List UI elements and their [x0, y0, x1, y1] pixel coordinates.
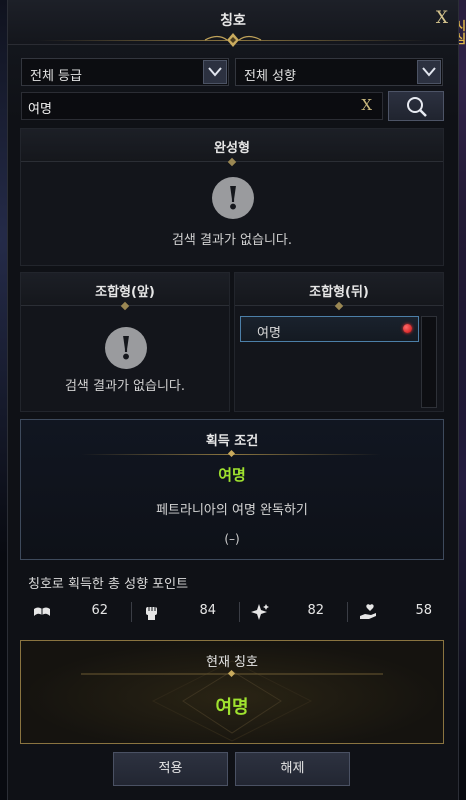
new-indicator-icon	[403, 324, 412, 333]
acquire-title-name: 여명	[218, 466, 246, 484]
stat-value: 84	[199, 603, 216, 618]
panel-header: 조합형(앞)	[21, 273, 229, 311]
acquire-condition-panel: 획득 조건 여명 페트라니아의 여명 완독하기 (–)	[20, 419, 444, 560]
remove-button[interactable]: 해제	[235, 752, 350, 786]
complete-title-panel: 완성형 ! 검색 결과가 없습니다.	[20, 128, 444, 266]
list-item-label: 여명	[257, 326, 281, 341]
tendency-dropdown-value: 전체 성향	[244, 69, 296, 84]
stat-heart-hand: 58	[352, 602, 452, 622]
grade-dropdown[interactable]: 전체 등급	[21, 58, 229, 86]
stat-separator	[131, 602, 132, 622]
divider-diamond-icon	[227, 449, 236, 458]
stat-fist: 84	[136, 602, 236, 622]
apply-button[interactable]: 적용	[113, 752, 228, 786]
title-window: 칭호 X 전체 등급 전체 성향 X 완성형	[7, 0, 459, 800]
heart-hand-icon	[360, 604, 376, 619]
window-title: 칭호	[220, 13, 246, 29]
close-button[interactable]: X	[436, 8, 448, 28]
stat-value: 62	[91, 603, 108, 618]
combo-back-heading: 조합형(뒤)	[309, 285, 369, 300]
search-icon	[407, 97, 427, 117]
search-input[interactable]	[22, 93, 350, 121]
current-title-name: 여명	[215, 697, 249, 718]
stat-value: 58	[415, 603, 432, 618]
header-tick-icon	[120, 301, 130, 311]
combo-front-heading: 조합형(앞)	[95, 285, 155, 300]
acquire-progress: (–)	[224, 532, 240, 546]
current-title-heading: 현재 칭호	[206, 655, 258, 670]
chevron-down-icon[interactable]	[203, 60, 227, 84]
stat-book: 62	[28, 602, 128, 622]
search-button[interactable]	[388, 91, 444, 121]
title-ornament-icon	[204, 33, 262, 47]
stat-separator	[347, 602, 348, 622]
search-box[interactable]: X	[21, 92, 383, 121]
tendency-points-label: 칭호로 획득한 총 성향 포인트	[28, 577, 189, 592]
empty-result-text: 검색 결과가 없습니다.	[171, 233, 293, 248]
panel-header: 완성형	[21, 129, 443, 167]
chevron-down-icon[interactable]	[417, 60, 441, 84]
list-item[interactable]: 여명	[240, 316, 419, 342]
stat-sparkle: 82	[244, 602, 344, 622]
fist-icon	[146, 607, 157, 620]
empty-result-text: 검색 결과가 없습니다.	[64, 379, 186, 394]
header-tick-icon	[227, 157, 237, 167]
complete-title-heading: 완성형	[214, 141, 250, 156]
scrollbar[interactable]	[421, 316, 437, 408]
combo-back-list: 여명	[235, 311, 445, 411]
stat-separator	[239, 602, 240, 622]
clear-search-button[interactable]: X	[361, 96, 372, 114]
title-bar[interactable]: 칭호 X	[8, 0, 458, 47]
sparkle-icon	[251, 604, 269, 620]
current-title-panel: 현재 칭호 여명	[20, 640, 444, 744]
panel-header: 조합형(뒤)	[235, 273, 443, 311]
combo-back-panel: 조합형(뒤) 여명	[234, 272, 444, 412]
grade-dropdown-value: 전체 등급	[30, 69, 82, 84]
acquire-condition-text: 페트라니아의 여명 완독하기	[156, 503, 308, 518]
warning-icon: !	[212, 177, 254, 219]
book-icon	[34, 607, 50, 616]
combo-front-panel: 조합형(앞) ! 검색 결과가 없습니다.	[20, 272, 230, 412]
header-tick-icon	[334, 301, 344, 311]
tendency-dropdown[interactable]: 전체 성향	[235, 58, 443, 86]
warning-icon: !	[105, 327, 147, 369]
acquire-heading: 획득 조건	[205, 434, 259, 449]
stat-value: 82	[307, 603, 324, 618]
